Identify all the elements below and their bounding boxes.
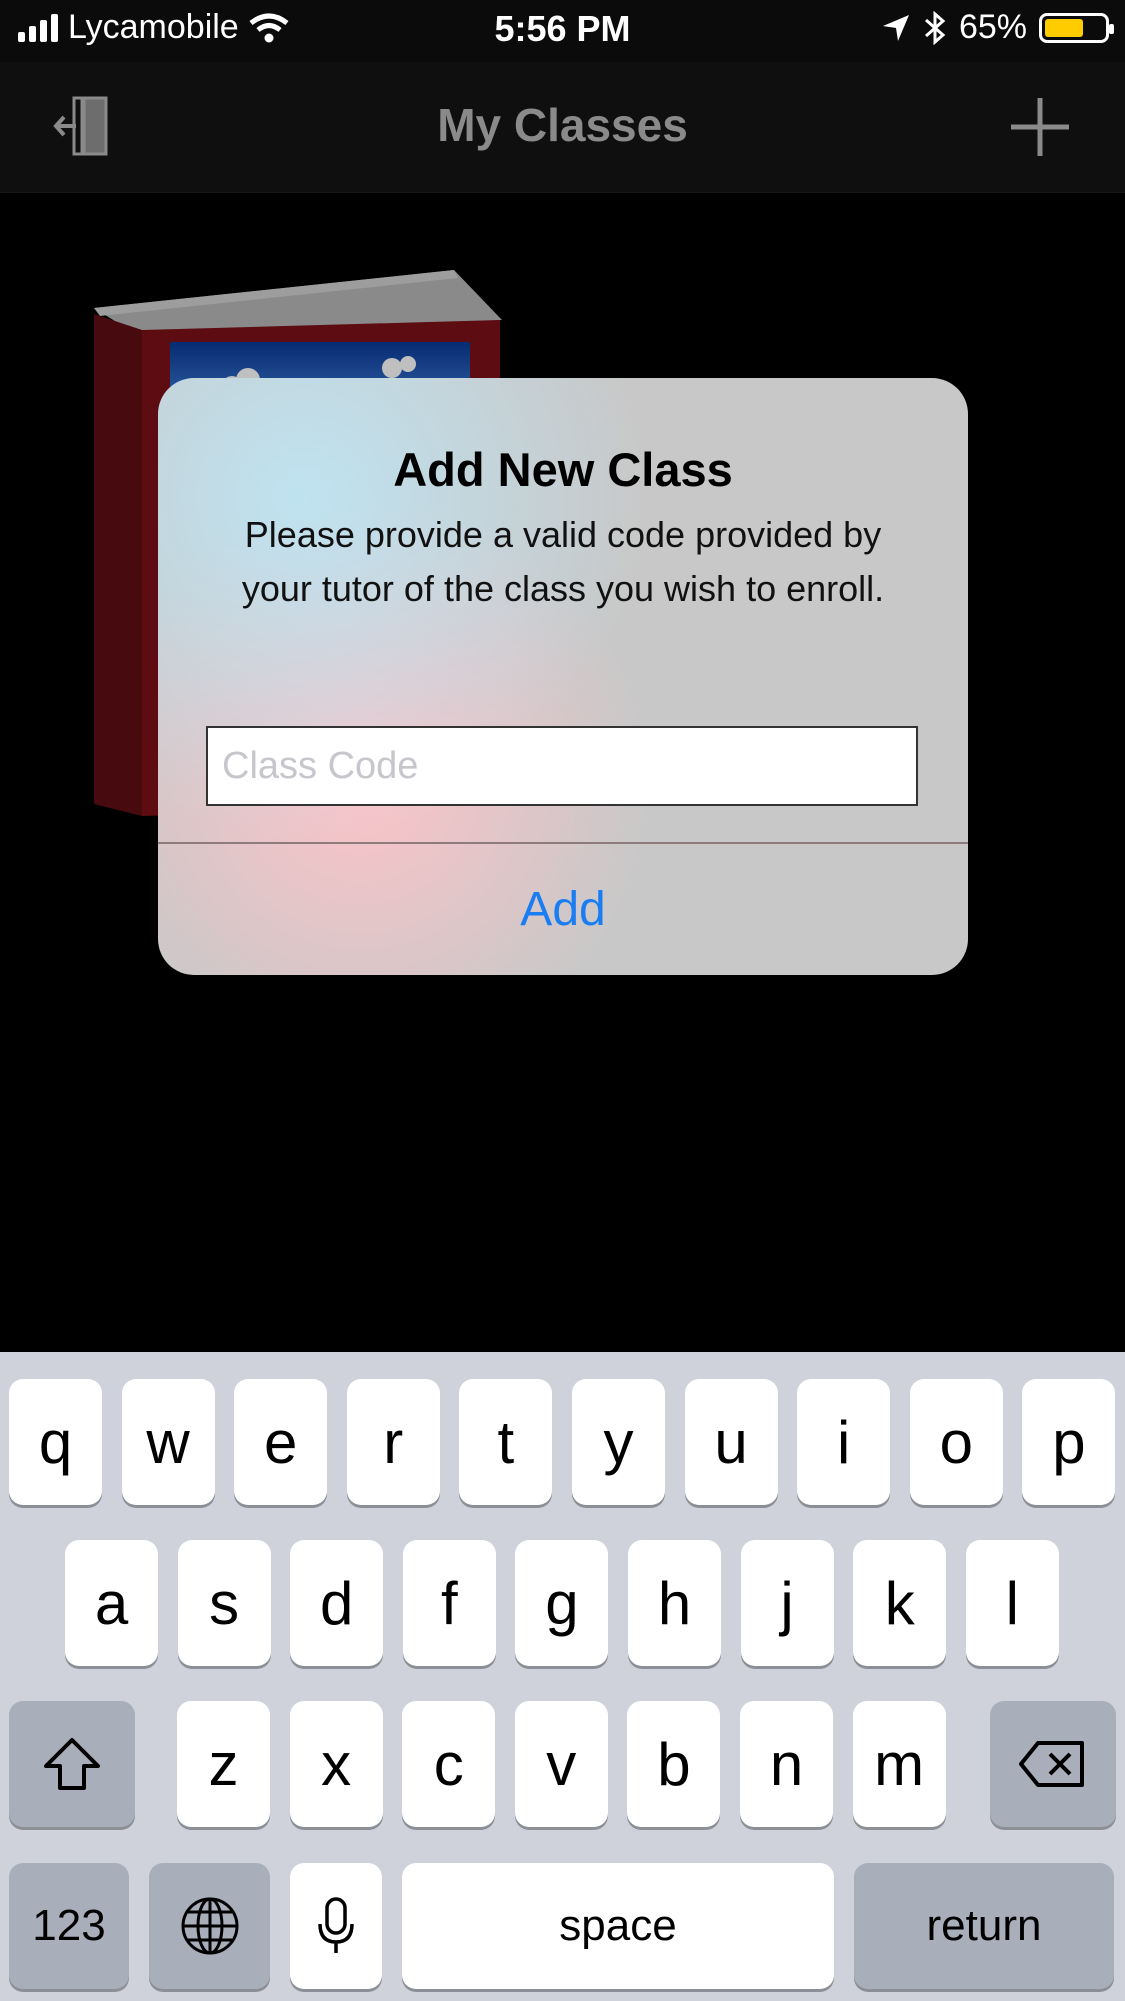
key-l[interactable]: l: [965, 1540, 1059, 1666]
globe-icon: [181, 1897, 238, 1955]
dialog-title: Add New Class: [393, 443, 733, 496]
key-s[interactable]: s: [177, 1540, 271, 1666]
dialog-message: Please provide a valid code provided by …: [241, 514, 885, 609]
key-w[interactable]: w: [121, 1379, 215, 1505]
add-class-dialog: Add New Class Please provide a valid cod…: [158, 378, 968, 975]
microphone-icon: [318, 1897, 354, 1953]
plus-icon[interactable]: [1007, 94, 1073, 160]
key-f[interactable]: f: [402, 1540, 496, 1666]
class-code-input[interactable]: [206, 726, 918, 806]
key-j[interactable]: j: [740, 1540, 834, 1666]
key-q[interactable]: q: [9, 1379, 102, 1505]
space-key[interactable]: space: [402, 1863, 834, 1989]
key-z[interactable]: z: [177, 1701, 270, 1827]
numbers-key[interactable]: 123: [9, 1863, 129, 1989]
keyboard: qwertyuiop asdfghjkl zxcvbnm 123 space r…: [0, 1352, 1125, 2001]
battery-percent: 65%: [958, 8, 1027, 46]
battery-level: [1045, 18, 1083, 37]
globe-key[interactable]: [149, 1863, 270, 1989]
key-y[interactable]: y: [572, 1379, 665, 1505]
key-d[interactable]: d: [290, 1540, 384, 1666]
key-m[interactable]: m: [852, 1701, 946, 1827]
key-e[interactable]: e: [234, 1379, 328, 1505]
key-c[interactable]: c: [402, 1701, 496, 1827]
key-o[interactable]: o: [909, 1379, 1003, 1505]
return-key[interactable]: return: [854, 1863, 1114, 1989]
key-b[interactable]: b: [627, 1701, 721, 1827]
battery-icon: [1039, 12, 1114, 43]
status-bar: Lycamobile 5:56 PM 65%: [0, 0, 1125, 62]
navigation-bar: My Classes: [0, 62, 1125, 193]
key-u[interactable]: u: [684, 1379, 778, 1505]
status-right: 65%: [881, 8, 1114, 47]
key-h[interactable]: h: [628, 1540, 721, 1666]
location-arrow-icon: [882, 14, 909, 41]
key-p[interactable]: p: [1022, 1379, 1116, 1505]
key-g[interactable]: g: [515, 1540, 609, 1666]
microphone-key[interactable]: [290, 1863, 382, 1989]
shift-key[interactable]: [9, 1701, 135, 1827]
key-n[interactable]: n: [740, 1701, 833, 1827]
backspace-key[interactable]: [990, 1701, 1116, 1827]
key-i[interactable]: i: [797, 1379, 891, 1505]
key-a[interactable]: a: [65, 1540, 158, 1666]
add-button[interactable]: Add: [158, 844, 968, 975]
page-title: My Classes: [437, 99, 688, 151]
key-x[interactable]: x: [289, 1701, 383, 1827]
shift-icon: [44, 1738, 100, 1790]
key-v[interactable]: v: [514, 1701, 608, 1827]
bluetooth-icon: [924, 10, 946, 45]
key-t[interactable]: t: [459, 1379, 553, 1505]
key-r[interactable]: r: [346, 1379, 440, 1505]
backspace-icon: [1019, 1741, 1084, 1787]
key-k[interactable]: k: [853, 1540, 947, 1666]
